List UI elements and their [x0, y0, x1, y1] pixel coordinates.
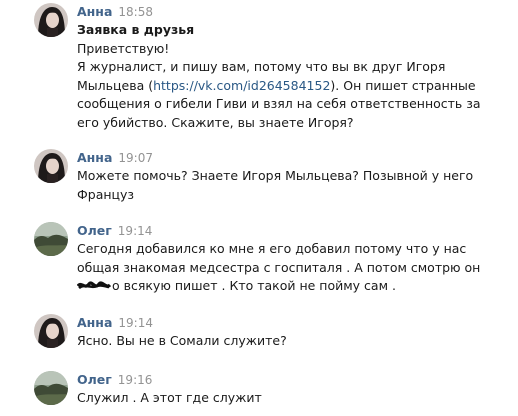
author-name[interactable]: Олег	[77, 223, 112, 238]
message-text: Заявка в друзья Приветствую! Я журналист…	[77, 21, 497, 132]
female-user-avatar-icon	[34, 314, 68, 348]
message-line: общая знакомая медсестра с госпиталя . А…	[77, 259, 481, 275]
message-text-fragment: о всякую пишет . Кто такой не пойму сам …	[112, 278, 396, 293]
message-time[interactable]: 19:14	[118, 316, 153, 330]
message-line: Ясно. Вы не в Сомали служите?	[77, 333, 287, 348]
message-line: Можете помочь? Знаете Игоря Мыльцева? По…	[77, 168, 474, 183]
user-avatar[interactable]	[34, 314, 68, 348]
message-title: Заявка в друзья	[77, 22, 195, 37]
user-avatar[interactable]	[34, 3, 68, 37]
message-line: Сегодня добавился ко мне я его добавил п…	[77, 241, 467, 256]
message-header: Анна 19:07	[77, 149, 153, 166]
landscape-avatar-icon	[34, 371, 68, 405]
message-line: о всякую пишет . Кто такой не пойму сам …	[77, 277, 497, 296]
author-name[interactable]: Олег	[77, 372, 112, 387]
message-header: Анна 18:58	[77, 3, 153, 20]
message-line: Мыльцева (https://vk.com/id264584152). О…	[77, 77, 497, 96]
message-line: Служил . А этот где служит	[77, 390, 262, 405]
user-avatar[interactable]	[34, 222, 68, 256]
message-text-fragment: ). Он пишет странные	[330, 77, 476, 93]
user-avatar[interactable]	[34, 371, 68, 405]
message-time[interactable]: 19:07	[118, 151, 153, 165]
message-text: Ясно. Вы не в Сомали служите?	[77, 332, 497, 351]
author-name[interactable]: Анна	[77, 4, 112, 19]
message-text: Сегодня добавился ко мне я его добавил п…	[77, 240, 497, 296]
message-text: Служил . А этот где служит	[77, 389, 497, 408]
message-time[interactable]: 18:58	[118, 5, 153, 19]
message-header: Анна 19:14	[77, 314, 153, 331]
user-avatar[interactable]	[34, 149, 68, 183]
message-line: Француз	[77, 186, 135, 202]
message-header: Олег 19:16	[77, 371, 152, 388]
message-line: его убийство. Скажите, вы знаете Игоря?	[77, 114, 354, 130]
message-text-fragment: Мыльцева (	[77, 77, 154, 93]
message-line: сообщения о гибели Гиви и взял на себя о…	[77, 96, 481, 111]
profile-link[interactable]: https://vk.com/id264584152	[153, 78, 330, 93]
message-line: Я журналист, и пишу вам, потому что вы в…	[77, 59, 446, 74]
landscape-avatar-icon	[34, 222, 68, 256]
redaction-scribble-icon	[77, 278, 111, 292]
author-name[interactable]: Анна	[77, 150, 112, 165]
female-user-avatar-icon	[34, 149, 68, 183]
message-header: Олег 19:14	[77, 222, 152, 239]
message-line: Приветствую!	[77, 40, 170, 56]
message-text: Можете помочь? Знаете Игоря Мыльцева? По…	[77, 167, 497, 204]
message-time[interactable]: 19:14	[118, 224, 153, 238]
author-name[interactable]: Анна	[77, 315, 112, 330]
female-user-avatar-icon	[34, 3, 68, 37]
message-time[interactable]: 19:16	[118, 373, 153, 387]
